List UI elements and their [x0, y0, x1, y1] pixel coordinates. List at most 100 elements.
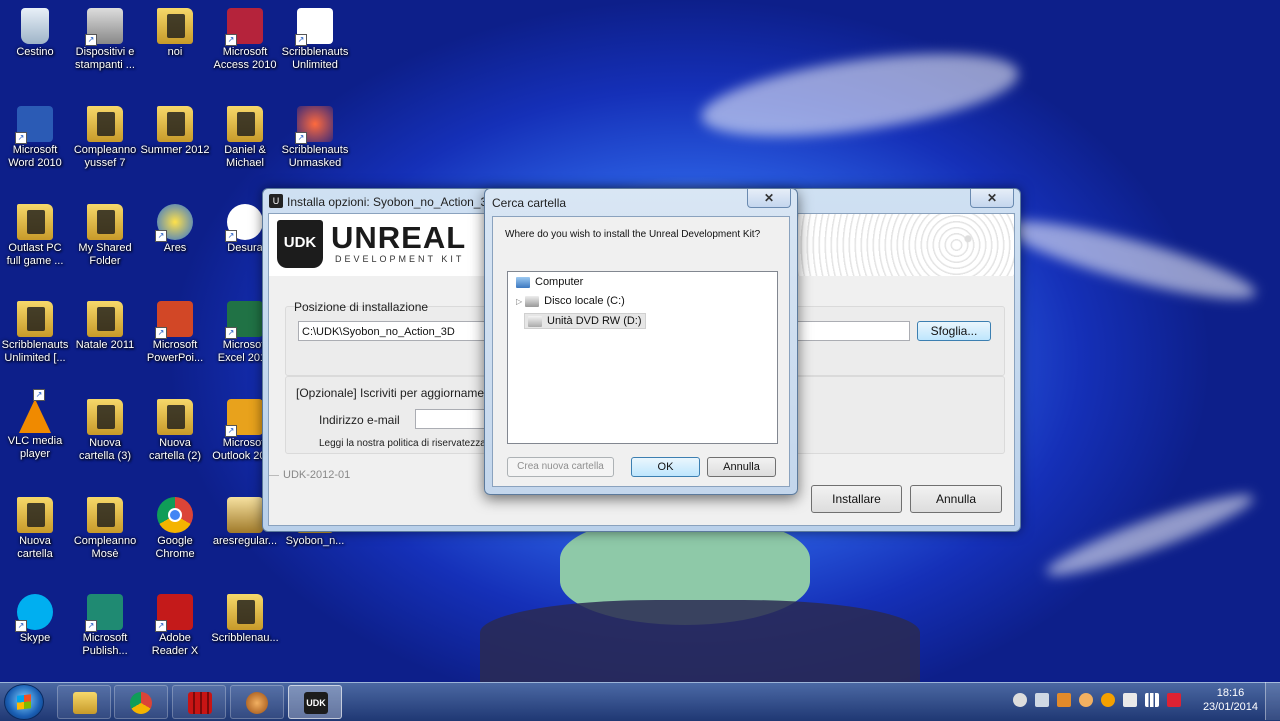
- folder-icon: [87, 106, 123, 142]
- desktop-icon-label: VLC media player: [7, 435, 63, 460]
- show-desktop-button[interactable]: [1265, 682, 1280, 720]
- privacy-link[interactable]: Leggi la nostra politica di riservatezza: [319, 438, 486, 449]
- installer-cancel-button[interactable]: Annulla: [910, 485, 1002, 513]
- shortcut-arrow-icon: ↗: [155, 620, 167, 632]
- folder-icon: [87, 399, 123, 435]
- desktop-icon[interactable]: ↗ Skype: [0, 590, 70, 645]
- taskbar-clock[interactable]: 18:16 23/01/2014: [1203, 686, 1258, 714]
- desktop-icon[interactable]: noi: [140, 4, 210, 59]
- tray-network-icon[interactable]: [1013, 693, 1027, 707]
- tree-item-dvd-drive[interactable]: Unità DVD RW (D:): [524, 313, 646, 329]
- desktop-icon-label: Natale 2011: [75, 339, 135, 351]
- desktop-icon[interactable]: ↗ VLC media player: [0, 389, 70, 461]
- desktop-icon[interactable]: ↗ Microsoft Word 2010: [0, 102, 70, 170]
- browse-folder-dialog[interactable]: Cerca cartella ✕ Where do you wish to in…: [484, 188, 798, 495]
- desktop-icon[interactable]: Google Chrome: [140, 493, 210, 561]
- powerpoint-icon: ↗: [155, 301, 193, 339]
- folder-tree[interactable]: Computer ▷ Disco locale (C:) Unità DVD RW…: [507, 271, 778, 444]
- shortcut-arrow-icon: ↗: [33, 389, 45, 401]
- folder-icon: [17, 204, 53, 240]
- tray-shield-icon[interactable]: [1101, 693, 1115, 707]
- desktop-icon[interactable]: ↗ Ares: [140, 200, 210, 255]
- installer-title: Installa opzioni: Syobon_no_Action_3D: [287, 195, 496, 209]
- dialog-prompt: Where do you wish to install the Unreal …: [505, 229, 761, 240]
- shortcut-arrow-icon: ↗: [225, 34, 237, 46]
- desktop-icon-label: Nuova cartella: [17, 535, 53, 560]
- tray-signal-icon[interactable]: [1145, 693, 1159, 707]
- desktop-icon[interactable]: Nuova cartella (3): [70, 395, 140, 463]
- desktop-icon-label: Adobe Reader X: [151, 632, 199, 657]
- optional-subscribe-label: [Opzionale] Iscriviti per aggiorname: [296, 386, 485, 400]
- email-label: Indirizzo e-mail: [319, 413, 400, 427]
- desktop-icon[interactable]: Nuova cartella (2): [140, 395, 210, 463]
- desktop-icon[interactable]: Compleanno Mosè: [70, 493, 140, 561]
- taskbar-explorer[interactable]: [57, 685, 111, 719]
- shortcut-arrow-icon: ↗: [225, 230, 237, 242]
- tray-battery-icon[interactable]: [1167, 693, 1181, 707]
- installer-close-button[interactable]: ✕: [970, 189, 1014, 208]
- desktop-icon[interactable]: Nuova cartella: [0, 493, 70, 561]
- taskbar-media[interactable]: [172, 685, 226, 719]
- tray-app-icon[interactable]: [1079, 693, 1093, 707]
- desktop-icon[interactable]: Scribblenau...: [210, 590, 280, 645]
- email-input[interactable]: [415, 409, 495, 429]
- installer-icon: [227, 497, 263, 533]
- taskbar-chrome[interactable]: [114, 685, 168, 719]
- desktop-icon[interactable]: ↗ Microsoft PowerPoi...: [140, 297, 210, 365]
- version-label: UDK-2012-01: [283, 469, 351, 481]
- desktop-icon[interactable]: Compleanno yussef 7: [70, 102, 140, 170]
- explorer-icon: [73, 692, 97, 714]
- desktop-icon[interactable]: ↗ Dispositivi e stampanti ...: [70, 4, 140, 72]
- unreal-subtitle: DEVELOPMENT KIT: [335, 254, 465, 264]
- tray-app-icon[interactable]: [1057, 693, 1071, 707]
- new-folder-button[interactable]: Crea nuova cartella: [507, 457, 614, 477]
- desktop-icon-label: Microsoft Access 2010: [213, 46, 277, 71]
- udk-icon: UDK: [304, 692, 328, 714]
- tree-item-label: Unità DVD RW (D:): [547, 315, 642, 327]
- desktop-icon-label: aresregular...: [212, 535, 278, 547]
- expand-arrow-icon[interactable]: ▷: [516, 297, 522, 306]
- tree-item-local-disk[interactable]: ▷ Disco locale (C:): [516, 295, 625, 307]
- taskbar-game[interactable]: [230, 685, 284, 719]
- folder-icon: [157, 8, 193, 44]
- desktop-icon[interactable]: ↗ Scribblenauts Unmasked: [280, 102, 350, 170]
- taskbar-udk[interactable]: UDK: [288, 685, 342, 719]
- desktop-icon[interactable]: Outlast PC full game ...: [0, 200, 70, 268]
- dialog-ok-button[interactable]: OK: [631, 457, 700, 477]
- tree-item-computer[interactable]: Computer: [516, 276, 583, 288]
- dialog-close-button[interactable]: ✕: [747, 189, 791, 208]
- desktop-icon[interactable]: Summer 2012: [140, 102, 210, 157]
- browse-button[interactable]: Sfoglia...: [917, 321, 991, 341]
- desktop-icon-label: Nuova cartella (3): [79, 437, 131, 462]
- desktop-icon[interactable]: Cestino: [0, 4, 70, 59]
- desktop-icon-label: Cestino: [16, 46, 54, 58]
- folder-icon: [87, 497, 123, 533]
- dialog-cancel-button[interactable]: Annulla: [707, 457, 776, 477]
- shortcut-arrow-icon: ↗: [295, 34, 307, 46]
- excel-icon: ↗: [225, 301, 263, 339]
- clock-time: 18:16: [1216, 687, 1245, 699]
- start-button[interactable]: [4, 684, 44, 720]
- desktop-icon-label: Microsoft PowerPoi...: [146, 339, 204, 364]
- desktop-icon[interactable]: ↗ Microsoft Access 2010: [210, 4, 280, 72]
- tray-flag-icon[interactable]: [1123, 693, 1137, 707]
- desktop-icon[interactable]: ↗ Scribblenauts Unlimited: [280, 4, 350, 72]
- document-icon: ↗: [295, 8, 333, 46]
- media-icon: [188, 692, 212, 714]
- tray-volume-icon[interactable]: [1035, 693, 1049, 707]
- desktop-icon-label: Syobon_n...: [285, 535, 345, 547]
- desktop-icon-label: Microsoft Word 2010: [8, 144, 62, 169]
- desktop-icon[interactable]: ↗ Adobe Reader X: [140, 590, 210, 658]
- desktop-icon[interactable]: ↗ Microsoft Publish...: [70, 590, 140, 658]
- desktop-icon-label: Scribblenauts Unmasked: [281, 144, 349, 169]
- desktop-icon[interactable]: Scribblenauts Unlimited [...: [0, 297, 70, 365]
- folder-icon: [17, 497, 53, 533]
- windows-logo-icon: [17, 694, 31, 710]
- install-button[interactable]: Installare: [811, 485, 902, 513]
- shortcut-arrow-icon: ↗: [85, 620, 97, 632]
- desktop-icon[interactable]: My Shared Folder: [70, 200, 140, 268]
- desktop-icon-label: Scribblenauts Unlimited [...: [1, 339, 69, 364]
- adobe-reader-icon: ↗: [155, 594, 193, 632]
- desktop-icon[interactable]: Daniel & Michael: [210, 102, 280, 170]
- desktop-icon[interactable]: Natale 2011: [70, 297, 140, 352]
